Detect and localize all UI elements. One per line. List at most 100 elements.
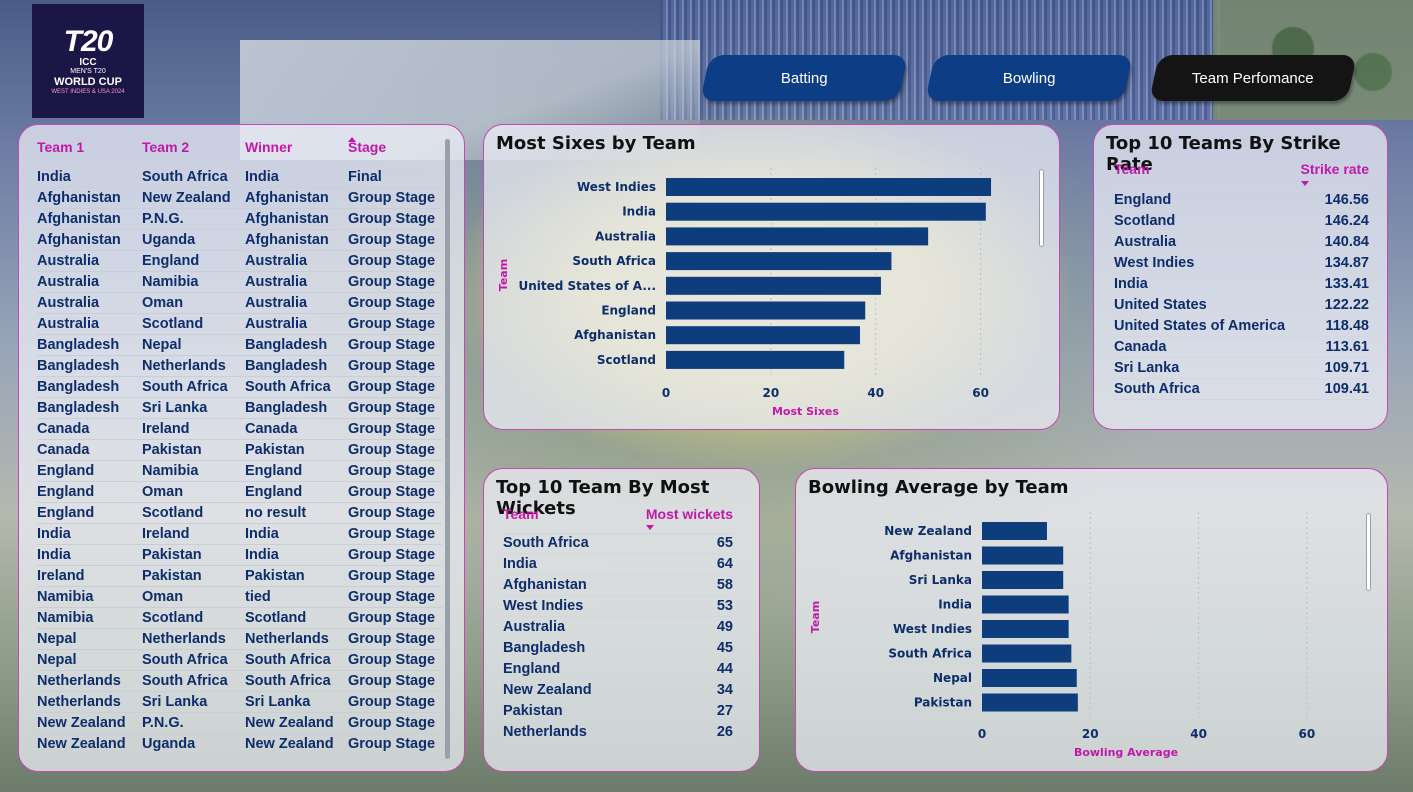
table-row[interactable]: Netherlands Sri Lanka Sri Lanka Group Stage bbox=[37, 692, 442, 713]
table-row[interactable]: Australia England Australia Group Stage bbox=[37, 251, 442, 272]
list-item[interactable]: Australia 49 bbox=[503, 617, 733, 638]
header-team2[interactable]: Team 2 bbox=[142, 139, 245, 166]
table-row[interactable]: Afghanistan P.N.G. Afghanistan Group Stage bbox=[37, 209, 442, 230]
team2-cell: P.N.G. bbox=[142, 715, 184, 731]
table-row[interactable]: Ireland Pakistan Pakistan Group Stage bbox=[37, 566, 442, 587]
list-item[interactable]: Sri Lanka 109.71 bbox=[1114, 358, 1369, 379]
team-value: 45 bbox=[716, 640, 733, 656]
list-item[interactable]: United States 122.22 bbox=[1114, 295, 1369, 316]
table-row[interactable]: Netherlands South Africa South Africa Group… bbox=[37, 671, 442, 692]
table-row[interactable]: Namibia Oman tied Group Stage bbox=[37, 587, 442, 608]
t20-world-cup-logo: T20 ICC MEN'S T20 WORLD CUP WEST INDIES … bbox=[32, 4, 144, 118]
list-item[interactable]: New Zealand 34 bbox=[503, 680, 733, 701]
table-row[interactable]: India South Africa India Final bbox=[37, 167, 442, 188]
table-row[interactable]: Nepal South Africa South Africa Group Stage bbox=[37, 650, 442, 671]
header-stage[interactable]: Stage bbox=[348, 137, 442, 166]
strike-rate-col-team[interactable]: Team bbox=[1114, 161, 1150, 190]
nav-team-performance-button[interactable]: Team Perfomance bbox=[1149, 55, 1357, 101]
team2-cell: Netherlands bbox=[142, 631, 226, 647]
team-value: 58 bbox=[716, 577, 733, 593]
table-row[interactable]: Namibia Scotland Scotland Group Stage bbox=[37, 608, 442, 629]
bowling-chart-scrollbar[interactable] bbox=[1366, 513, 1371, 591]
match-results-body: India South Africa India Final Afghanistan Ne… bbox=[37, 167, 442, 755]
list-item[interactable]: India 64 bbox=[503, 554, 733, 575]
table-row[interactable]: England Scotland no result Group Stage bbox=[37, 503, 442, 524]
list-item[interactable]: Afghanistan 58 bbox=[503, 575, 733, 596]
team2-cell: Netherlands bbox=[142, 358, 226, 374]
table-row[interactable]: Afghanistan New Zealand Afghanistan Group S… bbox=[37, 188, 442, 209]
list-item[interactable]: Bangladesh 45 bbox=[503, 638, 733, 659]
wickets-col-team[interactable]: Team bbox=[503, 506, 539, 533]
category-label: England bbox=[601, 304, 656, 318]
stage-cell: Group Stage bbox=[348, 484, 436, 500]
table-row[interactable]: Australia Scotland Australia Group Stage bbox=[37, 314, 442, 335]
nav-batting-button[interactable]: Batting bbox=[700, 55, 908, 101]
list-item[interactable]: India 133.41 bbox=[1114, 274, 1369, 295]
stage-cell: Group Stage bbox=[348, 232, 436, 248]
table-row[interactable]: Bangladesh Nepal Bangladesh Group Stage bbox=[37, 335, 442, 356]
x-tick-label: 40 bbox=[1190, 727, 1207, 741]
list-item[interactable]: England 146.56 bbox=[1114, 190, 1369, 211]
stage-cell: Final bbox=[348, 169, 382, 185]
strike-rate-col-value[interactable]: Strike rate bbox=[1300, 161, 1369, 190]
table-row[interactable]: Canada Pakistan Pakistan Group Stage bbox=[37, 440, 442, 461]
list-item[interactable]: South Africa 109.41 bbox=[1114, 379, 1369, 400]
table-row[interactable]: New Zealand P.N.G. New Zealand Group Stage bbox=[37, 713, 442, 734]
team-value: 133.41 bbox=[1324, 276, 1369, 292]
stage-cell: Group Stage bbox=[348, 568, 436, 584]
sixes-chart-scrollbar[interactable] bbox=[1039, 169, 1044, 247]
table-row[interactable]: Australia Oman Australia Group Stage bbox=[37, 293, 442, 314]
table-row[interactable]: England Oman England Group Stage bbox=[37, 482, 442, 503]
table-row[interactable]: Bangladesh Netherlands Bangladesh Group Sta… bbox=[37, 356, 442, 377]
match-results-table: Team 1 Team 2 Winner Stage India South Af… bbox=[37, 137, 442, 755]
team1-cell: Afghanistan bbox=[37, 211, 121, 227]
team2-cell: Scotland bbox=[142, 316, 204, 332]
team-name: India bbox=[503, 556, 537, 572]
list-item[interactable]: West Indies 53 bbox=[503, 596, 733, 617]
list-item[interactable]: Netherlands 26 bbox=[503, 722, 733, 743]
wickets-col-value[interactable]: Most wickets bbox=[645, 506, 733, 533]
stage-cell: Group Stage bbox=[348, 715, 436, 731]
table-row[interactable]: India Ireland India Group Stage bbox=[37, 524, 442, 545]
team2-cell: South Africa bbox=[142, 379, 228, 395]
team1-cell: Nepal bbox=[37, 631, 77, 647]
match-table-scrollbar[interactable] bbox=[445, 139, 450, 759]
list-item[interactable]: Pakistan 27 bbox=[503, 701, 733, 722]
winner-cell: India bbox=[245, 526, 279, 542]
list-item[interactable]: Australia 140.84 bbox=[1114, 232, 1369, 253]
team-value: 134.87 bbox=[1324, 255, 1369, 271]
list-item[interactable]: Canada 113.61 bbox=[1114, 337, 1369, 358]
table-row[interactable]: Australia Namibia Australia Group Stage bbox=[37, 272, 442, 293]
team2-cell: South Africa bbox=[142, 652, 228, 668]
nav-bowling-button[interactable]: Bowling bbox=[925, 55, 1133, 101]
table-row[interactable]: England Namibia England Group Stage bbox=[37, 461, 442, 482]
list-item[interactable]: United States of America 118.48 bbox=[1114, 316, 1369, 337]
list-item[interactable]: South Africa 65 bbox=[503, 533, 733, 554]
table-row[interactable]: Bangladesh Sri Lanka Bangladesh Group Stage bbox=[37, 398, 442, 419]
header-team1[interactable]: Team 1 bbox=[37, 139, 142, 166]
table-row[interactable]: Canada Ireland Canada Group Stage bbox=[37, 419, 442, 440]
team1-cell: Nepal bbox=[37, 652, 77, 668]
team1-cell: Netherlands bbox=[37, 694, 121, 710]
list-item[interactable]: Scotland 146.24 bbox=[1114, 211, 1369, 232]
team1-cell: Australia bbox=[37, 316, 100, 332]
list-item[interactable]: West Indies 134.87 bbox=[1114, 253, 1369, 274]
header-winner[interactable]: Winner bbox=[245, 139, 348, 166]
table-row[interactable]: India Pakistan India Group Stage bbox=[37, 545, 442, 566]
most-sixes-chart: West Indies India Australia South Africa Uni… bbox=[497, 168, 992, 418]
bowling-average-panel: Bowling Average by Team New Zealand Afgha… bbox=[795, 468, 1388, 772]
category-label: United States of A... bbox=[518, 279, 656, 293]
team1-cell: India bbox=[37, 526, 71, 542]
table-row[interactable]: New Zealand Uganda New Zealand Group Stage bbox=[37, 734, 442, 755]
table-row[interactable]: Nepal Netherlands Netherlands Group Stage bbox=[37, 629, 442, 650]
team-value: 44 bbox=[716, 661, 733, 677]
table-row[interactable]: Afghanistan Uganda Afghanistan Group Stage bbox=[37, 230, 442, 251]
team1-cell: Namibia bbox=[37, 610, 94, 626]
list-item[interactable]: England 44 bbox=[503, 659, 733, 680]
strike-rate-header: Team Strike rate bbox=[1114, 161, 1369, 191]
table-row[interactable]: Bangladesh South Africa South Africa Group … bbox=[37, 377, 442, 398]
team2-cell: Oman bbox=[142, 589, 184, 605]
team-value: 64 bbox=[716, 556, 733, 572]
category-label: India bbox=[938, 598, 972, 612]
category-label: West Indies bbox=[577, 180, 656, 194]
